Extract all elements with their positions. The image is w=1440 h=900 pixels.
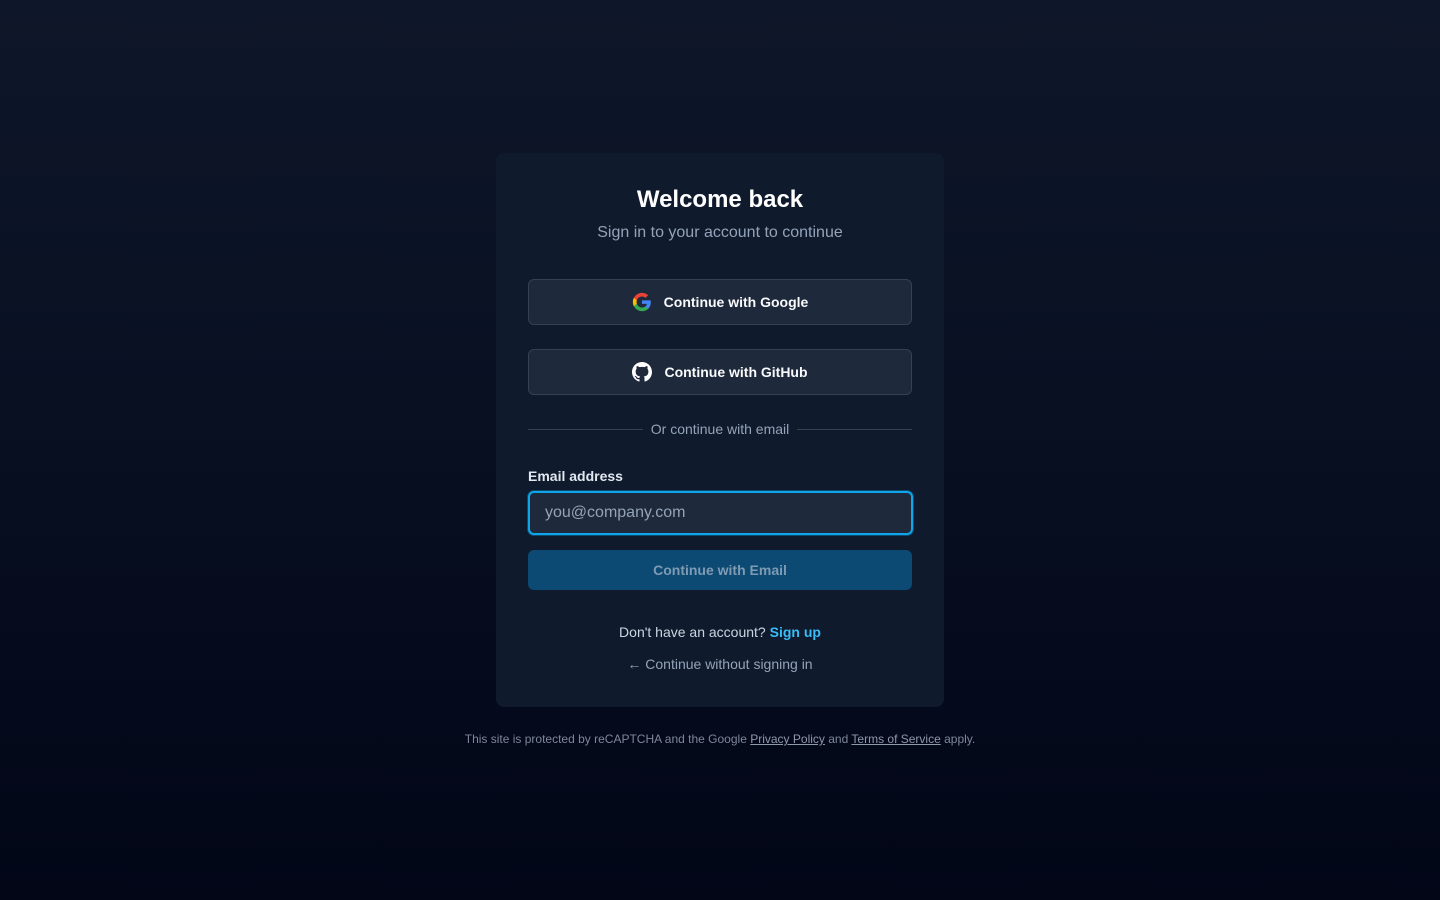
signup-row: Don't have an account? Sign up (528, 623, 912, 641)
continue-with-email-button[interactable]: Continue with Email (528, 550, 912, 590)
github-signin-button[interactable]: Continue with GitHub (528, 349, 912, 395)
or-divider: Or continue with email (528, 419, 913, 439)
continue-without-signin-link[interactable]: ← Continue without signing in (528, 655, 912, 673)
recaptcha-notice: This site is protected by reCAPTCHA and … (0, 731, 1440, 747)
footer-prefix: This site is protected by reCAPTCHA and … (464, 732, 747, 746)
email-input[interactable] (528, 491, 913, 535)
google-signin-label: Continue with Google (663, 294, 809, 310)
privacy-policy-link[interactable]: Privacy Policy (750, 732, 825, 746)
footer-suffix: apply. (944, 732, 976, 746)
signup-link[interactable]: Sign up (770, 624, 821, 640)
divider-line-left (528, 428, 643, 430)
google-icon (632, 292, 652, 312)
divider-text: Or continue with email (650, 421, 790, 437)
email-label: Email address (528, 468, 623, 484)
login-card: Welcome back Sign in to your account to … (496, 153, 944, 707)
arrow-left-icon: ← (627, 656, 642, 672)
footer-and: and (828, 732, 849, 746)
continue-without-signin-label: Continue without signing in (645, 656, 813, 672)
divider-line-right (797, 428, 913, 430)
page-subtitle: Sign in to your account to continue (597, 224, 843, 241)
signup-prompt: Don't have an account? (619, 624, 766, 640)
terms-of-service-link[interactable]: Terms of Service (851, 732, 940, 746)
github-signin-label: Continue with GitHub (664, 364, 808, 380)
google-signin-button[interactable]: Continue with Google (528, 279, 912, 325)
page-title: Welcome back (636, 186, 804, 213)
github-icon (632, 362, 653, 382)
